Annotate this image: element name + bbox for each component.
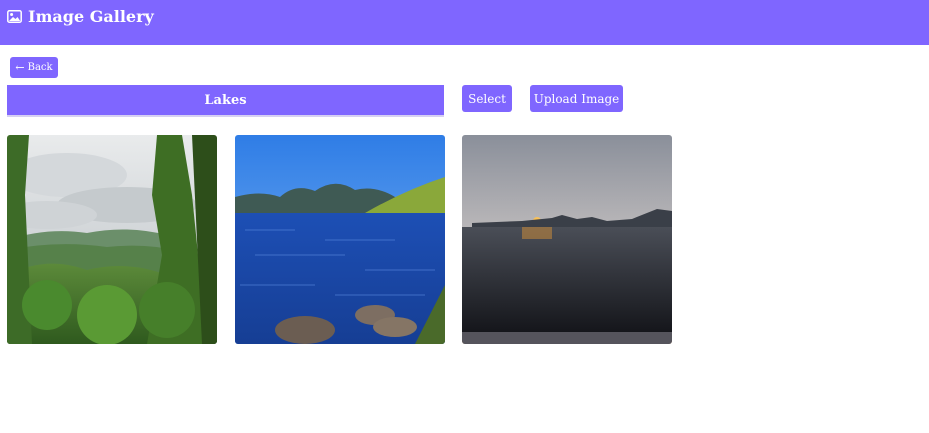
app-title: Image Gallery — [28, 7, 154, 26]
back-button[interactable]: ← Back — [10, 57, 58, 78]
gallery-image-forest[interactable] — [7, 135, 217, 344]
gallery-image-lake[interactable] — [235, 135, 445, 344]
back-label: Back — [27, 62, 53, 73]
lake-image — [235, 135, 445, 344]
app-header: Image Gallery — [0, 0, 929, 45]
upload-image-button[interactable]: Upload Image — [530, 85, 623, 112]
album-title: Lakes — [7, 85, 444, 117]
select-button[interactable]: Select — [462, 85, 512, 112]
gallery-image-sunset[interactable] — [462, 135, 672, 344]
sunset-image — [462, 135, 672, 344]
forest-image — [7, 135, 217, 344]
image-icon — [7, 10, 22, 23]
arrow-left-icon: ← — [15, 61, 25, 74]
